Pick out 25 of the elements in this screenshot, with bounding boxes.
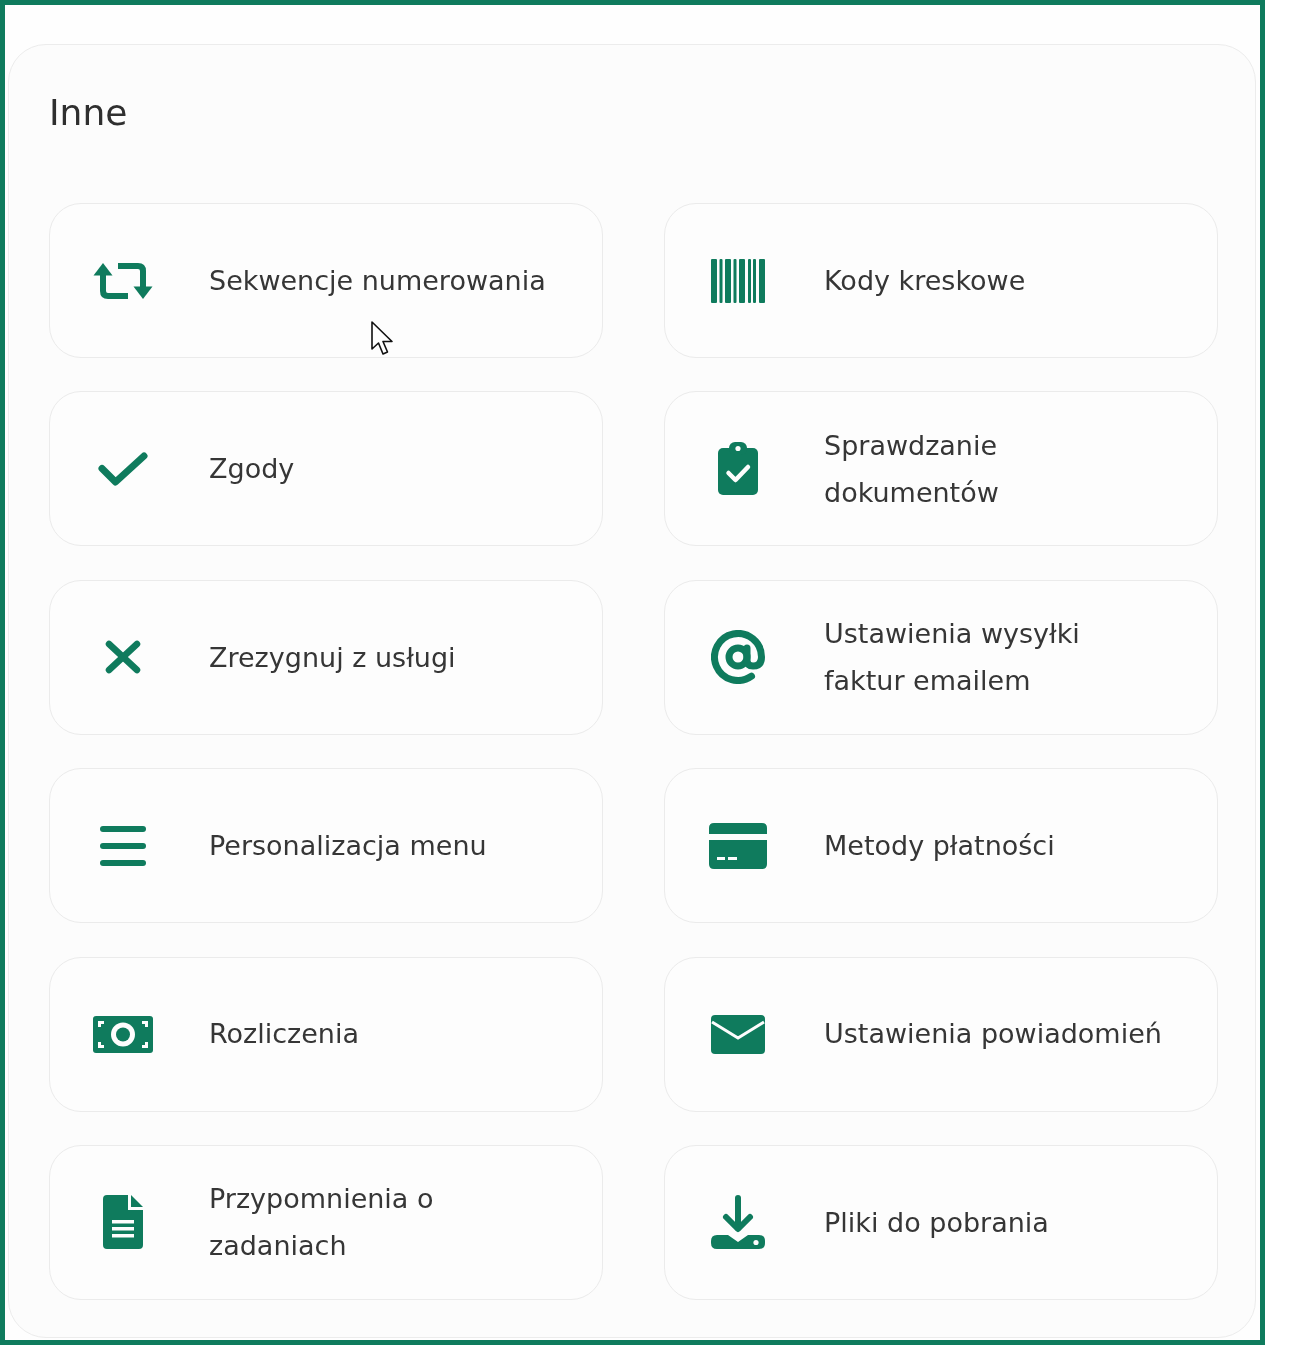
check-icon — [98, 451, 148, 486]
at-sign-icon — [711, 630, 765, 685]
credit-card-icon — [709, 822, 767, 869]
settings-tile[interactable]: Zrezygnuj z usługi — [49, 579, 603, 735]
mouse-pointer-icon — [371, 321, 394, 356]
barcode-icon — [711, 258, 765, 303]
section-title: Inne — [49, 91, 128, 135]
settings-tile[interactable]: Ustawienia wysyłki faktur emailem — [664, 579, 1218, 735]
settings-tile[interactable]: Zgody — [49, 391, 603, 547]
settings-tile[interactable]: Sprawdzanie dokumentów — [664, 391, 1218, 547]
document-icon — [103, 1195, 143, 1250]
banknote-icon — [93, 1015, 153, 1053]
download-icon — [711, 1195, 765, 1250]
settings-tile[interactable]: Sekwencje numerowania — [49, 203, 603, 358]
settings-tile[interactable]: Ustawienia powiadomień — [664, 956, 1218, 1112]
menu-icon — [100, 825, 146, 866]
settings-tile[interactable]: Personalizacja menu — [49, 768, 603, 924]
settings-tile[interactable]: Metody płatności — [664, 768, 1218, 924]
cross-icon — [105, 640, 141, 675]
settings-tile[interactable]: Kody kreskowe — [664, 203, 1218, 358]
settings-tile[interactable]: Rozliczenia — [49, 956, 603, 1112]
settings-tile[interactable]: Pliki do pobrania — [664, 1144, 1218, 1300]
clipboard-check-icon — [718, 442, 758, 496]
settings-tile[interactable]: Przypomnienia o zadaniach — [49, 1144, 603, 1300]
envelope-icon — [711, 1014, 765, 1054]
